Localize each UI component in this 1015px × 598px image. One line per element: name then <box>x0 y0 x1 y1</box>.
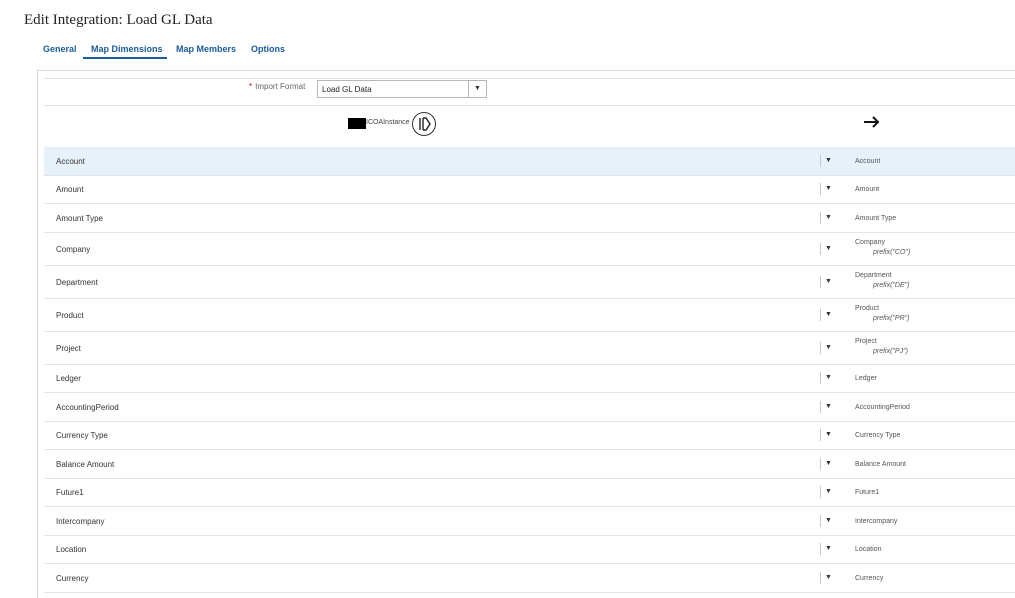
target-dimension-label: Account <box>855 158 881 165</box>
redacted-block <box>348 118 366 129</box>
source-dimension-label: Currency Type <box>56 431 108 440</box>
target-dimension-label: Department <box>855 272 892 279</box>
target-expression: prefix("PR") <box>873 315 910 322</box>
source-dimension-label: Intercompany <box>56 517 105 526</box>
import-format-row <box>44 78 1015 106</box>
target-dimension-dropdown[interactable]: ▼ <box>820 342 836 354</box>
target-dimension-dropdown[interactable]: ▼ <box>820 458 836 470</box>
target-dimension-dropdown[interactable]: ▼ <box>820 515 836 527</box>
active-tab-indicator <box>83 57 167 59</box>
source-dimension-label: Company <box>56 245 91 254</box>
dimension-row[interactable]: Future1 ▼ Future1 <box>44 479 1015 507</box>
target-dimension-label: Balance Amount <box>855 461 906 468</box>
required-marker: * <box>249 82 253 91</box>
tab-map-members[interactable]: Map Members <box>176 44 236 60</box>
target-dimension-label: Project <box>855 338 877 345</box>
target-dimension-dropdown[interactable]: ▼ <box>820 276 836 288</box>
dimension-row[interactable]: Balance Amount ▼ Balance Amount <box>44 450 1015 479</box>
source-dimension-label: Department <box>56 278 98 287</box>
target-dimension-dropdown[interactable]: ▼ <box>820 212 836 224</box>
target-expression: prefix("PJ") <box>873 348 908 355</box>
source-system-name: ICOAInstance <box>366 119 410 126</box>
import-format-select[interactable]: Load GL Data ▼ <box>317 80 487 98</box>
target-dimension-dropdown[interactable]: ▼ <box>820 243 836 255</box>
dimension-row[interactable]: Amount ▼ Amount <box>44 176 1015 204</box>
target-dimension-label: Amount Type <box>855 215 897 222</box>
import-format-label-text: Import Format <box>255 82 306 91</box>
tab-general[interactable]: General <box>43 44 77 60</box>
import-format-value: Load GL Data <box>322 85 372 94</box>
dimension-row[interactable]: Department ▼ prefix("DE") Department <box>44 266 1015 299</box>
source-dimension-label: AccountingPeriod <box>56 403 119 412</box>
target-dimension-dropdown[interactable]: ▼ <box>820 183 836 195</box>
target-dimension-label: Product <box>855 305 880 312</box>
source-dimension-label: Location <box>56 545 87 554</box>
target-dimension-dropdown[interactable]: ▼ <box>820 372 836 384</box>
target-expression: prefix("DE") <box>873 282 910 289</box>
target-dimension-label: Amount <box>855 186 880 193</box>
dimension-row[interactable]: Company ▼ prefix("CO") Company <box>44 233 1015 266</box>
source-dimension-label: Balance Amount <box>56 460 115 469</box>
dimension-row[interactable]: Amount Type ▼ Amount Type <box>44 204 1015 233</box>
dimension-row[interactable]: AccountingPeriod ▼ AccountingPeriod <box>44 393 1015 422</box>
target-dimension-dropdown[interactable]: ▼ <box>820 486 836 498</box>
dimension-row[interactable]: Intercompany ▼ Intercompany <box>44 507 1015 536</box>
target-dimension-dropdown[interactable]: ▼ <box>820 572 836 584</box>
dimension-row[interactable]: Project ▼ prefix("PJ") Project <box>44 332 1015 365</box>
dimension-row[interactable]: Ledger ▼ Ledger <box>44 365 1015 393</box>
target-dimension-dropdown[interactable]: ▼ <box>820 543 836 555</box>
target-dimension-label: Future1 <box>855 489 880 496</box>
target-dimension-label: Location <box>855 546 882 553</box>
import-format-label: * Import Format <box>249 82 305 91</box>
source-dimension-label: Product <box>56 311 84 320</box>
dimension-row[interactable]: Product ▼ prefix("PR") Product <box>44 299 1015 332</box>
target-dimension-dropdown[interactable]: ▼ <box>820 429 836 441</box>
dimension-row[interactable]: Currency ▼ Currency <box>44 564 1015 593</box>
target-dimension-dropdown[interactable]: ▼ <box>820 309 836 321</box>
source-dimension-label: Amount Type <box>56 214 103 223</box>
target-dimension-label: AccountingPeriod <box>855 404 910 411</box>
dimension-row[interactable]: Currency Type ▼ Currency Type <box>44 422 1015 450</box>
target-dimension-label: Intercompany <box>855 518 898 525</box>
target-expression: prefix("CO") <box>873 249 911 256</box>
target-dimension-label: Currency <box>855 575 884 582</box>
target-dimension-dropdown[interactable]: ▼ <box>820 155 836 167</box>
source-dimension-label: Account <box>56 157 85 166</box>
source-dimension-label: Ledger <box>56 374 81 383</box>
source-dimension-label: Project <box>56 344 81 353</box>
dropdown-caret-icon[interactable]: ▼ <box>468 81 486 97</box>
source-dimension-label: Currency <box>56 574 89 583</box>
arrow-right-icon <box>862 113 882 131</box>
source-dimension-label: Future1 <box>56 488 84 497</box>
target-dimension-label: Currency Type <box>855 432 901 439</box>
tab-options[interactable]: Options <box>251 44 285 60</box>
page-title: Edit Integration: Load GL Data <box>24 12 213 28</box>
map-dimensions-icon[interactable] <box>412 112 436 136</box>
dimension-row[interactable]: Location ▼ Location <box>44 536 1015 564</box>
source-dimension-label: Amount <box>56 185 84 194</box>
target-dimension-label: Company <box>855 239 885 246</box>
dimension-row[interactable]: Account ▼ Account <box>44 147 1015 176</box>
target-dimension-dropdown[interactable]: ▼ <box>820 401 836 413</box>
target-dimension-label: Ledger <box>855 375 877 382</box>
